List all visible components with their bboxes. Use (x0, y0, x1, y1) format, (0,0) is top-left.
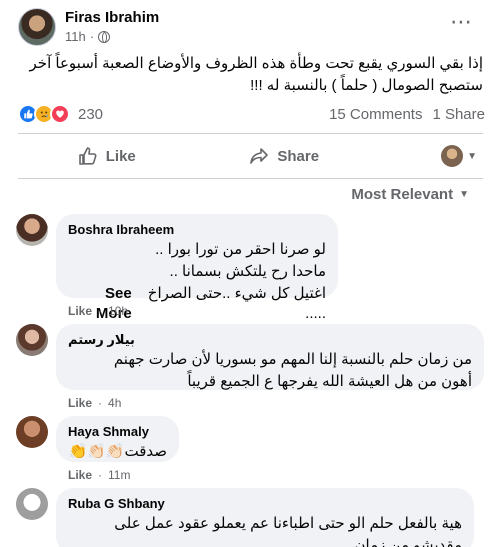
commenter-avatar[interactable] (16, 324, 48, 356)
comments-count[interactable]: 15 Comments (329, 106, 422, 123)
comment-line: صدقت👏🏻👏🏻👏 (68, 443, 167, 460)
action-bar: Like Share ▼ (18, 138, 483, 174)
caret-down-icon: ▼ (459, 189, 469, 200)
commenter-avatar[interactable] (16, 488, 48, 520)
comment-actions: Like · 11m (68, 468, 131, 482)
comment-time[interactable]: 11m (108, 468, 130, 482)
comment-line: ماحدا رح يلتكش بسمانا .. (169, 263, 326, 280)
reaction-bar: 230 15 Comments 1 Share (18, 102, 485, 126)
commenter-name[interactable]: Ruba G Shbany (68, 496, 462, 512)
post-text: إذا بقي السوري يقبع تحت وطأة هذه الظروف … (29, 55, 483, 94)
comment-line: من زمان حلم بالنسبة إلنا المهم مو بسوريا… (113, 351, 472, 368)
engagement-stats: 15 Comments 1 Share (329, 106, 485, 123)
comment-time[interactable]: 4h (108, 396, 121, 410)
current-user-avatar (441, 145, 464, 167)
comment-like-button[interactable]: Like (68, 396, 92, 410)
comment-sort-dropdown[interactable]: Most Relevant ▼ (351, 186, 469, 203)
post-meta: 11h · (65, 29, 111, 44)
like-label: Like (105, 147, 136, 165)
divider (18, 178, 483, 179)
thumbs-up-icon (78, 147, 97, 165)
commenter-name[interactable]: بيلار رستم (68, 332, 472, 348)
comment-bubble: Ruba G Shbany هية بالفعل حلم الو حتى اطب… (56, 488, 474, 547)
reaction-count[interactable]: 230 (78, 106, 103, 123)
comment-line: مقديشو من زمان (354, 537, 462, 547)
love-reaction-icon (50, 104, 70, 124)
comment-time[interactable]: 10h (108, 304, 128, 318)
divider (18, 133, 483, 134)
comment-like-button[interactable]: Like (68, 304, 92, 318)
comment-bubble: بيلار رستم من زمان حلم بالنسبة إلنا المه… (56, 324, 484, 390)
comment-bubble: Boshra Ibraheem لو صرنا احقر من تورا بور… (56, 214, 338, 322)
post-time[interactable]: 11h (65, 29, 86, 44)
globe-icon (98, 30, 111, 43)
comment-like-button[interactable]: Like (68, 468, 92, 482)
commenter-avatar[interactable] (16, 214, 48, 246)
like-button[interactable]: Like (18, 146, 196, 166)
comment-line: هية بالفعل حلم الو حتى اطباءنا عم يعملو … (114, 515, 462, 532)
share-button[interactable]: Share (196, 146, 374, 166)
post-header: Firas Ibrahim 11h · ⋯ (18, 8, 489, 48)
comment-actions: Like · 4h (68, 396, 122, 410)
caret-down-icon: ▼ (467, 150, 477, 162)
post-as-selector[interactable]: ▼ (373, 145, 483, 167)
more-options-icon[interactable]: ⋯ (450, 11, 473, 33)
commenter-name[interactable]: Haya Shmaly (68, 424, 167, 440)
comment-line: لو صرنا احقر من تورا بورا .. (155, 241, 326, 258)
author-avatar[interactable] (18, 8, 56, 46)
sort-label: Most Relevant (351, 186, 454, 203)
shares-count[interactable]: 1 Share (432, 106, 485, 123)
commenter-name[interactable]: Boshra Ibraheem (68, 222, 326, 238)
commenter-avatar[interactable] (16, 416, 48, 448)
comment-line: أهون من هل العيشة الله يفرجها ع الجميع ق… (187, 373, 472, 390)
comment-actions: Like · 10h (68, 304, 129, 318)
reaction-icons[interactable] (18, 104, 70, 124)
comment-line: اغتيل كل شيء ..حتى الصراخ ..... (147, 285, 326, 322)
share-arrow-icon (250, 148, 269, 164)
comment-bubble: Haya Shmaly صدقت👏🏻👏🏻👏 (56, 416, 179, 462)
author-name[interactable]: Firas Ibrahim (65, 9, 159, 26)
share-label: Share (277, 147, 320, 165)
